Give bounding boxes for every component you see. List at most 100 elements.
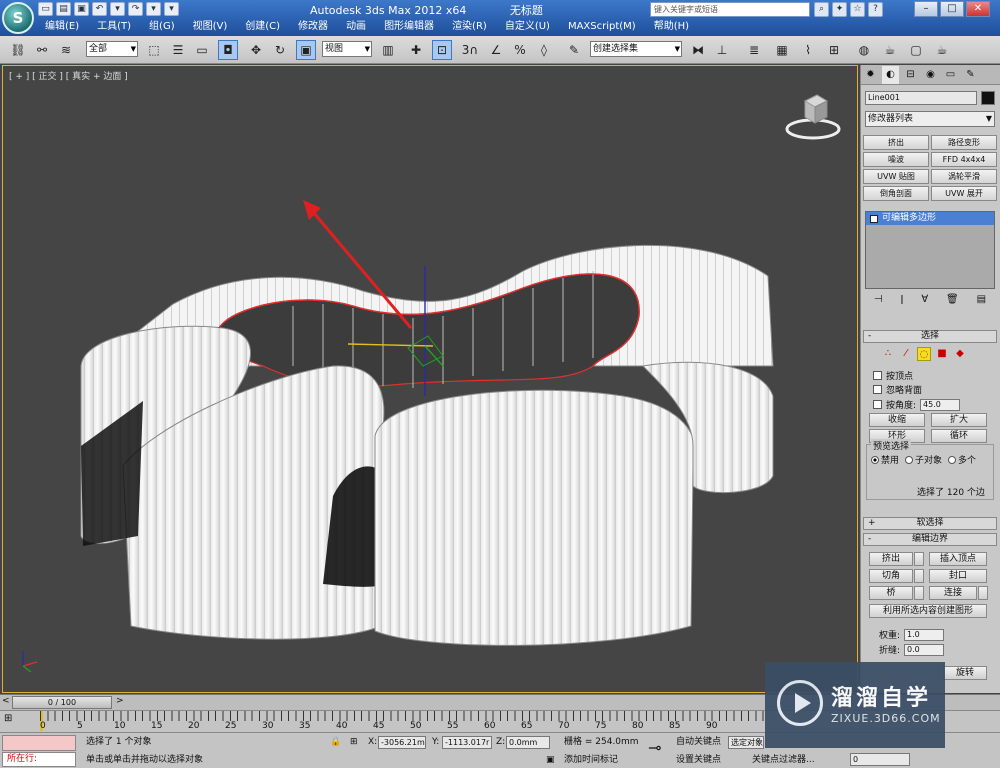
x-coord-field[interactable]: -3056.21m — [378, 736, 426, 749]
menu-graph-editors[interactable]: 图形编辑器 — [375, 19, 443, 35]
unlink-icon[interactable]: ⚯ — [32, 40, 52, 60]
angle-snap-icon[interactable]: ∠ — [486, 40, 506, 60]
loop-button[interactable]: 循环 — [931, 429, 987, 443]
menu-help[interactable]: 帮助(H) — [645, 19, 698, 35]
key-icon[interactable]: ⊸ — [648, 740, 661, 756]
app-logo-icon[interactable]: S — [2, 2, 34, 34]
menu-edit[interactable]: 编辑(E) — [36, 19, 88, 35]
y-coord-field[interactable]: -1113.017r — [442, 736, 492, 749]
angle-spinner[interactable]: 45.0 — [920, 398, 961, 411]
layer-manager-icon[interactable]: ≣ — [744, 40, 764, 60]
selected-dropdown[interactable]: 选定对象 — [728, 736, 764, 749]
select-object-icon[interactable]: ⬚ — [144, 40, 164, 60]
by-vertex-checkbox[interactable] — [873, 371, 882, 380]
add-time-tag-button[interactable]: 添加时间标记 — [564, 753, 618, 767]
align-icon[interactable]: ⊥ — [712, 40, 732, 60]
named-selection-dropdown[interactable]: 创建选择集 — [590, 41, 682, 57]
binoculars-icon[interactable]: ⌕ — [814, 2, 829, 17]
ref-coord-dropdown[interactable]: 视图 — [322, 41, 372, 57]
absolute-mode-icon[interactable]: ⊞ — [350, 735, 358, 749]
rect-region-icon[interactable]: ▭ — [192, 40, 212, 60]
minimize-button[interactable]: – — [914, 1, 938, 17]
object-name-field[interactable]: Line001 — [865, 91, 977, 105]
hierarchy-tab-icon[interactable]: ⊟ — [902, 66, 919, 84]
preview-off-option[interactable]: 禁用 — [871, 453, 899, 466]
show-end-result-icon[interactable]: ǀ — [901, 294, 904, 305]
window-crossing-icon[interactable]: ◘ — [218, 40, 238, 60]
scale-icon[interactable]: ▣ — [296, 40, 316, 60]
rotate-button[interactable]: 旋转 — [943, 666, 987, 680]
object-color-swatch[interactable] — [981, 91, 995, 105]
render-setup-icon[interactable]: ☕ — [880, 40, 900, 60]
menu-animation[interactable]: 动画 — [337, 19, 375, 35]
preview-multi-option[interactable]: 多个 — [948, 453, 976, 466]
insert-vertex-button[interactable]: 插入顶点 — [929, 552, 987, 566]
ignore-back-checkbox[interactable] — [873, 385, 882, 394]
chamfer-button[interactable]: 切角 — [869, 569, 913, 583]
lock-selection-icon[interactable]: 🔒 — [330, 735, 341, 749]
rendered-frame-icon[interactable]: ▢ — [906, 40, 926, 60]
bind-spacewarp-icon[interactable]: ≋ — [56, 40, 76, 60]
bridge-settings-button[interactable] — [914, 586, 924, 600]
preview-subobj-option[interactable]: 子对象 — [905, 453, 942, 466]
ignore-back-row[interactable]: 忽略背面 — [873, 383, 922, 396]
move-icon[interactable]: ✥ — [246, 40, 266, 60]
weight-spinner[interactable]: 1.0 — [904, 628, 945, 641]
close-button[interactable]: ✕ — [966, 1, 990, 17]
next-frame-arrow-icon[interactable]: > — [116, 696, 124, 706]
current-frame-field[interactable]: 0 — [850, 753, 910, 766]
menu-views[interactable]: 视图(V) — [184, 19, 237, 35]
mod-ffd-button[interactable]: FFD 4x4x4 — [931, 152, 997, 167]
create-tab-icon[interactable]: ✹ — [862, 66, 879, 84]
by-angle-checkbox[interactable] — [873, 400, 882, 409]
shrink-button[interactable]: 收缩 — [869, 413, 925, 427]
undo-dropdown-icon[interactable]: ▾ — [110, 2, 125, 16]
undo-icon[interactable]: ↶ — [92, 2, 107, 16]
select-by-name-icon[interactable]: ☰ — [168, 40, 188, 60]
mod-bevel-profile-button[interactable]: 倒角剖面 — [863, 186, 929, 201]
modify-tab-icon[interactable]: ◐ — [882, 66, 899, 84]
border-mode-icon[interactable]: ◌ — [917, 347, 931, 361]
crease-spinner[interactable]: 0.0 — [904, 643, 945, 656]
modifier-stack[interactable]: 可编辑多边形 — [865, 211, 995, 289]
maxscript-listener[interactable] — [2, 735, 76, 751]
mod-turbosmooth-button[interactable]: 涡轮平滑 — [931, 169, 997, 184]
stack-item-editable-poly[interactable]: 可编辑多边形 — [866, 212, 994, 225]
bridge-button[interactable]: 桥 — [869, 586, 913, 600]
by-vertex-row[interactable]: 按顶点 — [873, 369, 913, 382]
keyboard-shortcut-icon[interactable]: ⊡ — [432, 40, 452, 60]
menu-customize[interactable]: 自定义(U) — [496, 19, 559, 35]
mod-unwrap-uvw-button[interactable]: UVW 展开 — [931, 186, 997, 201]
create-shape-button[interactable]: 利用所选内容创建图形 — [869, 604, 987, 618]
graphite-tools-icon[interactable]: ▦ — [772, 40, 792, 60]
redo-dropdown-icon[interactable]: ▾ — [146, 2, 161, 16]
utilities-tab-icon[interactable]: ✎ — [962, 66, 979, 84]
time-tag-icon[interactable]: ▣ — [546, 753, 555, 767]
maxscript-line[interactable]: 所在行: — [2, 752, 76, 767]
key-filters-button[interactable]: 关键点过滤器... — [752, 753, 815, 767]
menu-tools[interactable]: 工具(T) — [88, 19, 140, 35]
pivot-center-icon[interactable]: ▥ — [378, 40, 398, 60]
extrude-settings-button[interactable] — [914, 552, 924, 566]
motion-tab-icon[interactable]: ◉ — [922, 66, 939, 84]
selection-filter-dropdown[interactable]: 全部 — [86, 41, 138, 57]
material-editor-icon[interactable]: ◍ — [854, 40, 874, 60]
prev-frame-arrow-icon[interactable]: < — [2, 696, 10, 706]
make-unique-icon[interactable]: ∀ — [921, 294, 928, 305]
mirror-icon[interactable]: ⧓ — [688, 40, 708, 60]
display-tab-icon[interactable]: ▭ — [942, 66, 959, 84]
subscription-icon[interactable]: ✦ — [832, 2, 847, 17]
curve-editor-icon[interactable]: ⌇ — [798, 40, 818, 60]
z-coord-field[interactable]: 0.0mm — [506, 736, 550, 749]
connect-button[interactable]: 连接 — [929, 586, 977, 600]
set-key-button[interactable]: 设置关键点 — [676, 753, 721, 767]
schematic-view-icon[interactable]: ⊞ — [824, 40, 844, 60]
edge-mode-icon[interactable]: ⁄ — [899, 347, 913, 361]
redo-icon[interactable]: ↷ — [128, 2, 143, 16]
mod-uvw-map-button[interactable]: UVW 贴图 — [863, 169, 929, 184]
configure-sets-icon[interactable]: ▤ — [977, 294, 986, 305]
new-file-icon[interactable]: ▭ — [38, 2, 53, 16]
edit-named-sel-icon[interactable]: ✎ — [564, 40, 584, 60]
menu-modifiers[interactable]: 修改器 — [289, 19, 337, 35]
maximize-button[interactable]: □ — [940, 1, 964, 17]
